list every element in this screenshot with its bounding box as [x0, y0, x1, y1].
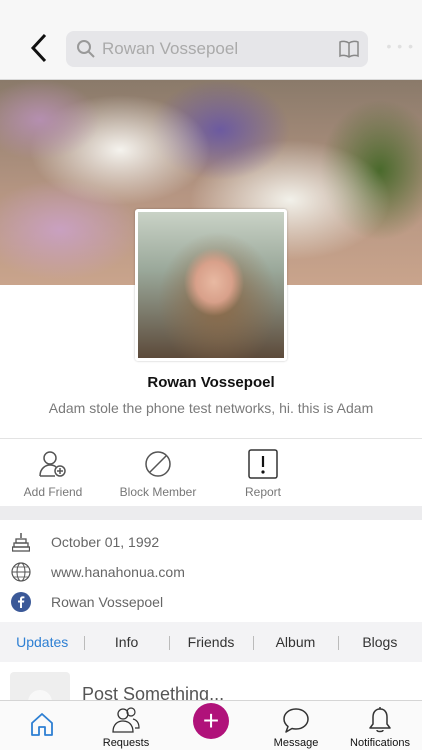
website-link[interactable]: www.hanahonua.com	[51, 564, 185, 580]
header-more[interactable]: • • •	[387, 38, 414, 54]
website-row[interactable]: www.hanahonua.com	[0, 558, 422, 586]
tabbar-requests[interactable]: Requests	[84, 705, 168, 749]
tab-updates[interactable]: Updates	[0, 634, 84, 650]
report-button[interactable]: Report	[213, 449, 313, 499]
facebook-icon	[11, 592, 31, 612]
add-post-button[interactable]: +	[193, 703, 229, 739]
add-friend-label: Add Friend	[23, 485, 83, 499]
composer-avatar	[10, 672, 70, 700]
search-bar[interactable]	[66, 31, 368, 67]
tabbar-notifications[interactable]: Notifications	[338, 705, 422, 749]
add-friend-icon	[39, 451, 66, 477]
facebook-link[interactable]: Rowan Vossepoel	[51, 594, 163, 610]
bottom-tab-bar: Requests + Message Notifications	[0, 700, 422, 750]
block-member-button[interactable]: Block Member	[108, 449, 208, 499]
search-icon	[77, 40, 95, 58]
bell-icon	[369, 707, 391, 733]
search-input[interactable]	[102, 39, 332, 59]
birthday-row: October 01, 1992	[0, 528, 422, 556]
report-icon	[248, 449, 278, 479]
requests-icon	[112, 707, 140, 733]
tab-blogs[interactable]: Blogs	[337, 634, 422, 650]
birthday-text: October 01, 1992	[51, 534, 160, 550]
post-composer[interactable]: Post Something...	[0, 662, 422, 700]
add-friend-button[interactable]: Add Friend	[3, 449, 103, 499]
book-icon[interactable]	[338, 39, 360, 59]
back-button[interactable]	[24, 30, 54, 66]
tabbar-home[interactable]	[0, 705, 84, 739]
nav-header: • • •	[0, 0, 422, 80]
home-icon	[31, 713, 53, 736]
tab-friends[interactable]: Friends	[168, 634, 253, 650]
chevron-left-icon	[30, 33, 47, 63]
tabbar-requests-label: Requests	[102, 737, 150, 749]
tabbar-message-label: Message	[273, 737, 319, 749]
tab-info[interactable]: Info	[84, 634, 168, 650]
facebook-row[interactable]: Rowan Vossepoel	[0, 588, 422, 616]
birthday-cake-icon	[12, 533, 30, 552]
post-something-prompt[interactable]: Post Something...	[82, 684, 224, 700]
plus-icon: +	[202, 705, 220, 736]
profile-name: Rowan Vossepoel	[147, 374, 275, 391]
message-icon	[283, 708, 309, 733]
report-label: Report	[244, 485, 282, 499]
tab-album[interactable]: Album	[253, 634, 337, 650]
profile-actions: Add Friend Block Member Report	[0, 438, 422, 506]
profile-tabs: Updates Info Friends Album Blogs	[0, 622, 422, 662]
tabbar-message[interactable]: Message	[254, 705, 338, 749]
section-divider	[0, 506, 422, 520]
profile-bio: Adam stole the phone test networks, hi. …	[48, 400, 374, 416]
block-icon	[145, 451, 171, 477]
block-member-label: Block Member	[119, 485, 197, 499]
profile-avatar[interactable]	[135, 209, 287, 361]
globe-icon	[11, 562, 31, 582]
tabbar-notifications-label: Notifications	[350, 737, 410, 749]
